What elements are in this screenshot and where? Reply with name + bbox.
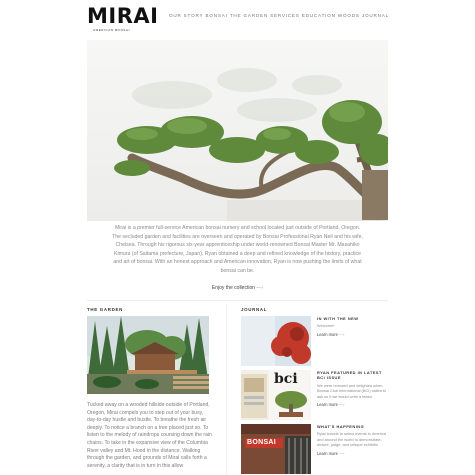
nav-services[interactable]: SERVICES (270, 13, 300, 18)
learn-more-link[interactable]: Learn more —› (317, 451, 391, 456)
intro-paragraph: Mirai is a premier full-service American… (112, 225, 363, 274)
main-nav: OUR STORY BONSAI THE GARDEN SERVICES EDU… (169, 13, 389, 18)
journal-item-excerpt: Welcome! (317, 323, 335, 329)
enjoy-collection-link[interactable]: Enjoy the collection —› (150, 285, 325, 291)
nav-our-story[interactable]: OUR STORY (169, 13, 203, 18)
learn-more-label: Learn more (317, 402, 338, 408)
journal-item-title: RYAN FEATURED IN LATEST BCI ISSUE (317, 370, 382, 381)
learn-more-label: Learn more (317, 450, 338, 456)
journal-thumb-new[interactable] (241, 316, 311, 366)
bonsai-sign-text: BONSAI (247, 439, 277, 446)
journal-item-excerpt: We were honored and delighted when Bonsa… (317, 382, 387, 399)
logo-wordmark: MIRAI (87, 4, 159, 28)
hero-bonsai-image (87, 40, 388, 221)
journal-thumb-bci[interactable]: bci (241, 370, 311, 420)
arrow-right-icon: —› (256, 285, 264, 291)
mirai-logo[interactable]: MIRAI AMERICAN BONSAI (87, 4, 159, 33)
logo-tagline: AMERICAN BONSAI (93, 28, 131, 32)
journal-item-title: WHAT'S HAPPENING (317, 424, 365, 429)
arrow-right-icon: —› (339, 331, 345, 337)
arrow-right-icon: —› (339, 402, 345, 408)
nav-bonsai[interactable]: BONSAI (206, 13, 228, 18)
garden-title: THE GARDEN (87, 307, 124, 312)
learn-more-link[interactable]: Learn more —› (317, 402, 391, 407)
nav-woods[interactable]: WOODS (338, 13, 360, 18)
arrow-right-icon: —› (339, 450, 345, 456)
column-divider (226, 304, 227, 475)
garden-photo[interactable] (87, 316, 209, 394)
nav-journal[interactable]: JOURNAL (362, 13, 389, 18)
journal-item-excerpt: Ryan travels to select events in America… (317, 431, 386, 448)
journal-title: JOURNAL (241, 307, 268, 312)
garden-description: Tucked away on a wooded hillside outside… (87, 402, 212, 469)
enjoy-collection-label: Enjoy the collection (211, 285, 256, 291)
nav-education[interactable]: EDUCATION (302, 13, 336, 18)
journal-item-title: IN WITH THE NEW (317, 316, 359, 321)
learn-more-label: Learn more (317, 331, 338, 337)
learn-more-link[interactable]: Learn more —› (317, 332, 391, 337)
journal-thumb-events[interactable]: BONSAI (241, 424, 311, 474)
section-divider (87, 300, 388, 301)
nav-the-garden[interactable]: THE GARDEN (230, 13, 268, 18)
bci-magazine-logo: bci (274, 371, 298, 387)
